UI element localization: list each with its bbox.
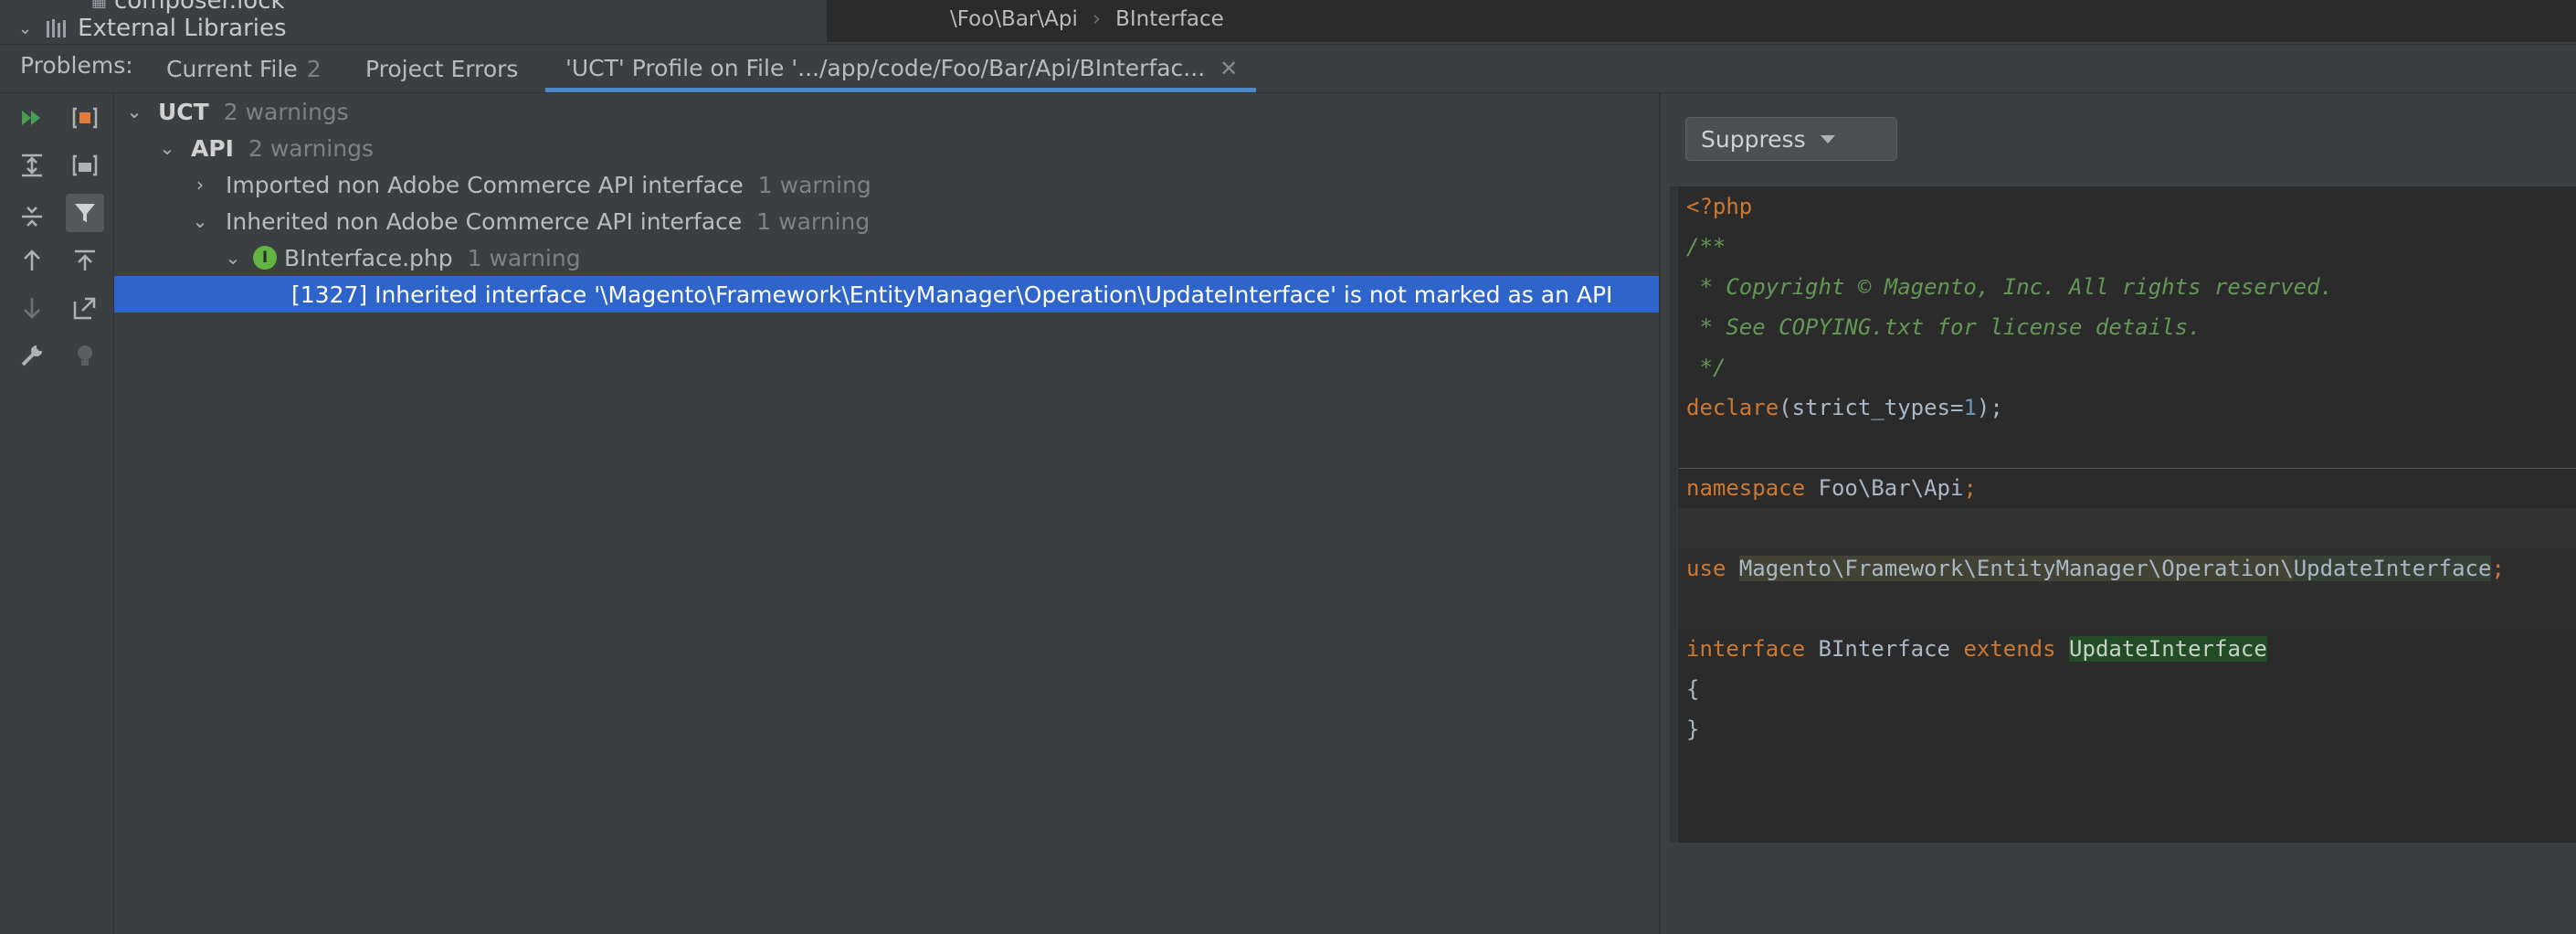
code-line-8: namespace Foo\Bar\Api; [1686, 475, 1977, 501]
code-line-14: } [1686, 716, 1700, 742]
chevron-down-icon[interactable]: ⌄ [220, 247, 246, 269]
current-line-highlight [1679, 508, 2576, 548]
chevron-down-icon[interactable]: ⌄ [187, 210, 213, 232]
dropdown-arrow-icon [1820, 134, 1835, 143]
chevron-down-icon[interactable]: ⌄ [121, 101, 147, 122]
code-line-12: interface BInterface extends UpdateInter… [1686, 636, 2267, 662]
collapse-all-icon[interactable] [13, 197, 51, 236]
chevron-down-icon[interactable]: ⌄ [154, 137, 180, 159]
project-tree-strip: ▦ composer.lock ⌄ External Libraries [0, 0, 824, 42]
problems-label: Problems: [20, 52, 133, 79]
editor-gutter [1670, 186, 1678, 843]
code-line-2: /** [1686, 234, 1726, 260]
tab-current-file[interactable]: Current File 2 [166, 45, 322, 92]
tree-node-inherited[interactable]: ⌄ Inherited non Adobe Commerce API inter… [114, 203, 1731, 239]
breadcrumb: \Foo\Bar\Api › BInterface [950, 7, 1224, 31]
filter-icon[interactable] [66, 194, 104, 232]
problems-toolbar [9, 93, 114, 934]
file-icon: ▦ [91, 0, 108, 11]
use-namespace[interactable]: Magento\Framework\EntityManager\Operatio… [1738, 556, 2294, 581]
close-icon[interactable]: ✕ [1219, 56, 1238, 81]
problems-tabs-bar: Problems: Current File 2 Project Errors … [0, 44, 2576, 93]
quickfix-icon[interactable] [66, 336, 104, 375]
project-tree-item-composer-lock[interactable]: ▦ composer.lock [91, 0, 285, 15]
code-line-3: * Copyright © Magento, Inc. All rights r… [1686, 274, 2334, 300]
preview-panel: Suppress <?php /** * Copyright © Magento… [1661, 93, 2576, 934]
jump-to-source-icon[interactable] [66, 289, 104, 327]
extends-parent[interactable]: UpdateInterface [2069, 636, 2267, 662]
code-line-4: * See COPYING.txt for license details. [1686, 314, 2201, 340]
use-class[interactable]: UpdateInterface [2293, 556, 2492, 581]
top-bar: ▦ composer.lock ⌄ External Libraries \Fo… [0, 0, 2576, 42]
next-icon[interactable] [13, 289, 51, 327]
tab-count: 2 [306, 55, 322, 82]
export-icon[interactable] [66, 99, 104, 137]
problems-tree: ⌄ UCT 2 warnings ⌄ API 2 warnings › Impo… [114, 93, 1835, 934]
code-preview[interactable]: <?php /** * Copyright © Magento, Inc. Al… [1670, 186, 2576, 843]
preview-icon[interactable] [66, 146, 104, 185]
rerun-icon[interactable] [13, 99, 51, 137]
tree-node-problem[interactable]: [1327] Inherited interface '\Magento\Fra… [114, 276, 1835, 313]
code-line-1: <?php [1686, 194, 1753, 219]
tab-uct-profile[interactable]: 'UCT' Profile on File '.../app/code/Foo/… [545, 45, 1256, 92]
tree-node-imported[interactable]: › Imported non Adobe Commerce API interf… [114, 166, 1731, 203]
breadcrumb-interface[interactable]: BInterface [1115, 7, 1224, 31]
tab-project-errors[interactable]: Project Errors [365, 45, 518, 92]
previous-icon[interactable] [13, 241, 51, 280]
code-line-13: { [1686, 676, 1700, 702]
tree-node-uct[interactable]: ⌄ UCT 2 warnings [114, 93, 1665, 130]
tree-node-file[interactable]: ⌄ I BInterface.php 1 warning [114, 239, 1764, 276]
settings-icon[interactable] [13, 336, 51, 375]
code-line-10: use Magento\Framework\EntityManager\Oper… [1686, 556, 2505, 581]
chevron-down-icon: ⌄ [18, 18, 33, 38]
breadcrumb-separator: › [1092, 7, 1102, 31]
chevron-right-icon[interactable]: › [187, 174, 213, 196]
code-line-5: */ [1686, 355, 1726, 380]
library-icon [47, 19, 67, 37]
suppress-button[interactable]: Suppress [1685, 117, 1897, 161]
interface-icon: I [253, 246, 277, 270]
expand-all-icon[interactable] [13, 146, 51, 185]
tree-node-api[interactable]: ⌄ API 2 warnings [114, 130, 1698, 166]
breadcrumb-namespace[interactable]: \Foo\Bar\Api [950, 7, 1078, 31]
project-tree-item-external-libraries[interactable]: ⌄ External Libraries [18, 15, 287, 42]
code-line-6: declare (strict_types= 1); [1686, 395, 2003, 420]
autoscroll-icon[interactable] [66, 241, 104, 280]
